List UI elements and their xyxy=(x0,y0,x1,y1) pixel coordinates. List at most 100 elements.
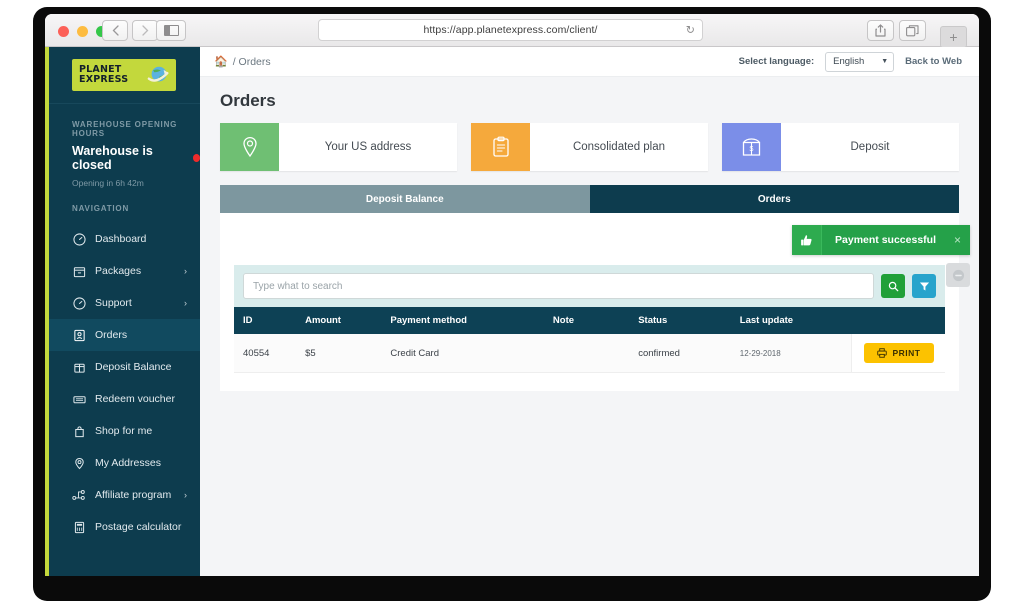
forward-button[interactable] xyxy=(132,20,158,41)
minus-circle-icon xyxy=(952,269,964,281)
chevron-right-icon: › xyxy=(184,298,187,308)
sidebar-toggle-button[interactable] xyxy=(156,20,186,41)
language-label: Select language: xyxy=(738,56,815,67)
sidebar-item-label: Deposit Balance xyxy=(95,361,172,373)
box-icon xyxy=(72,264,86,278)
tab-deposit-balance[interactable]: Deposit Balance xyxy=(220,185,590,213)
language-value: English xyxy=(833,56,865,67)
deposit-box-icon: $ xyxy=(722,123,781,171)
column-header-status[interactable]: Status xyxy=(638,307,740,334)
cell-note xyxy=(552,334,639,373)
close-window-button[interactable] xyxy=(58,26,69,37)
network-icon xyxy=(72,488,86,502)
chevron-right-icon: › xyxy=(184,266,187,276)
support-icon xyxy=(72,296,86,310)
card-your-us-address[interactable]: Your US address xyxy=(220,123,457,171)
navigation-buttons xyxy=(102,20,158,41)
share-button[interactable] xyxy=(867,20,894,41)
home-icon[interactable]: 🏠 xyxy=(214,55,228,68)
sidebar-item-label: Shop for me xyxy=(95,425,153,437)
search-button[interactable] xyxy=(881,274,905,298)
sidebar-item-support[interactable]: Support › xyxy=(49,287,200,319)
cell-actions: PRINT xyxy=(851,334,945,373)
tabs-overview-button[interactable] xyxy=(899,20,926,41)
back-to-web-link[interactable]: Back to Web xyxy=(905,56,962,67)
toast-notification[interactable]: Payment successful × xyxy=(792,225,970,255)
column-header-amount[interactable]: Amount xyxy=(305,307,391,334)
breadcrumb: 🏠 / Orders xyxy=(214,55,271,69)
map-pin-icon xyxy=(220,123,279,171)
minimize-window-button[interactable] xyxy=(77,26,88,37)
sidebar-item-label: Affiliate program xyxy=(95,489,172,501)
dashboard-icon xyxy=(72,232,86,246)
toast-message: Payment successful xyxy=(821,225,950,255)
sidebar-item-label: Redeem voucher xyxy=(95,393,175,405)
printer-icon xyxy=(876,348,887,358)
cell-amount: $5 xyxy=(305,334,391,373)
globe-arrow-icon xyxy=(147,66,169,82)
browser-toolbar: https://app.planetexpress.com/client/ ↻ xyxy=(45,14,979,48)
column-header-last-update[interactable]: Last update xyxy=(739,307,852,334)
sidebar: PLANET EXPRESS WAREHOUSE OPENING HOURS W… xyxy=(45,47,200,576)
sidebar-item-postage-calculator[interactable]: Postage calculator xyxy=(49,511,200,543)
sidebar-item-dashboard[interactable]: Dashboard xyxy=(49,223,200,255)
search-row: Type what to search xyxy=(234,265,945,307)
cell-payment-method: Credit Card xyxy=(390,334,553,373)
url-bar[interactable]: https://app.planetexpress.com/client/ ↻ xyxy=(318,19,703,41)
sidebar-item-shop-for-me[interactable]: Shop for me xyxy=(49,415,200,447)
cell-status: confirmed xyxy=(638,334,740,373)
sidebar-item-orders[interactable]: Orders xyxy=(49,319,200,351)
page-container: PLANET EXPRESS WAREHOUSE OPENING HOURS W… xyxy=(45,47,979,576)
table-header: ID Amount Payment method Note Status Las… xyxy=(234,307,945,334)
card-deposit[interactable]: $ Deposit xyxy=(722,123,959,171)
orders-icon xyxy=(72,328,86,342)
breadcrumb-text: / Orders xyxy=(232,55,271,68)
shopping-bag-icon xyxy=(72,424,86,438)
logo-text: PLANET EXPRESS xyxy=(79,64,129,85)
sidebar-item-deposit-balance[interactable]: Deposit Balance xyxy=(49,351,200,383)
map-pin-icon xyxy=(72,456,86,470)
sidebar-item-label: Postage calculator xyxy=(95,521,182,533)
calculator-icon xyxy=(72,520,86,534)
sidebar-item-label: Support xyxy=(95,297,132,309)
window-controls xyxy=(58,26,107,37)
sidebar-item-label: Dashboard xyxy=(95,233,147,245)
tab-orders[interactable]: Orders xyxy=(589,185,959,213)
top-bar: 🏠 / Orders Select language: English ▼ Ba… xyxy=(200,47,979,77)
toast-close-button[interactable]: × xyxy=(949,225,970,255)
minimize-panel-button[interactable] xyxy=(946,263,970,287)
card-label: Your US address xyxy=(324,141,412,153)
back-button[interactable] xyxy=(102,20,128,41)
tab-bar: Deposit Balance Orders xyxy=(220,185,959,213)
sidebar-item-affiliate-program[interactable]: Affiliate program › xyxy=(49,479,200,511)
column-header-payment-method[interactable]: Payment method xyxy=(390,307,553,334)
warehouse-status: Warehouse is closed xyxy=(49,144,200,172)
navigation-section-label: NAVIGATION xyxy=(72,204,130,213)
filter-button[interactable] xyxy=(912,274,936,298)
deposit-icon xyxy=(72,360,86,374)
column-header-note[interactable]: Note xyxy=(552,307,639,334)
search-input[interactable]: Type what to search xyxy=(243,273,874,299)
sidebar-item-label: Packages xyxy=(95,265,142,277)
table-row[interactable]: 40554 $5 Credit Card confirmed 12-29-201… xyxy=(234,334,945,373)
sidebar-item-redeem-voucher[interactable]: Redeem voucher xyxy=(49,383,200,415)
top-bar-right: Select language: English ▼ Back to Web xyxy=(738,51,962,72)
sidebar-item-my-addresses[interactable]: My Addresses xyxy=(49,447,200,479)
print-button[interactable]: PRINT xyxy=(863,343,934,363)
svg-text:$: $ xyxy=(750,146,754,153)
new-tab-button[interactable]: + xyxy=(940,26,967,48)
chevron-right-icon: › xyxy=(184,490,187,500)
page-title: Orders xyxy=(220,91,276,110)
clipboard-icon xyxy=(471,123,530,171)
card-consolidated-plan[interactable]: Consolidated plan xyxy=(471,123,708,171)
sidebar-item-label: Orders xyxy=(95,329,128,341)
reload-icon[interactable]: ↻ xyxy=(686,24,695,37)
logo-container[interactable]: PLANET EXPRESS xyxy=(49,47,200,104)
sidebar-item-packages[interactable]: Packages › xyxy=(49,255,200,287)
warehouse-status-dot xyxy=(192,154,200,162)
main-content: 🏠 / Orders Select language: English ▼ Ba… xyxy=(200,47,979,576)
language-select[interactable]: English ▼ xyxy=(825,51,895,72)
sidebar-nav-list: Dashboard Packages › Support › Orders De… xyxy=(49,223,200,543)
column-header-id[interactable]: ID xyxy=(234,307,306,334)
cell-id: 40554 xyxy=(234,334,306,373)
